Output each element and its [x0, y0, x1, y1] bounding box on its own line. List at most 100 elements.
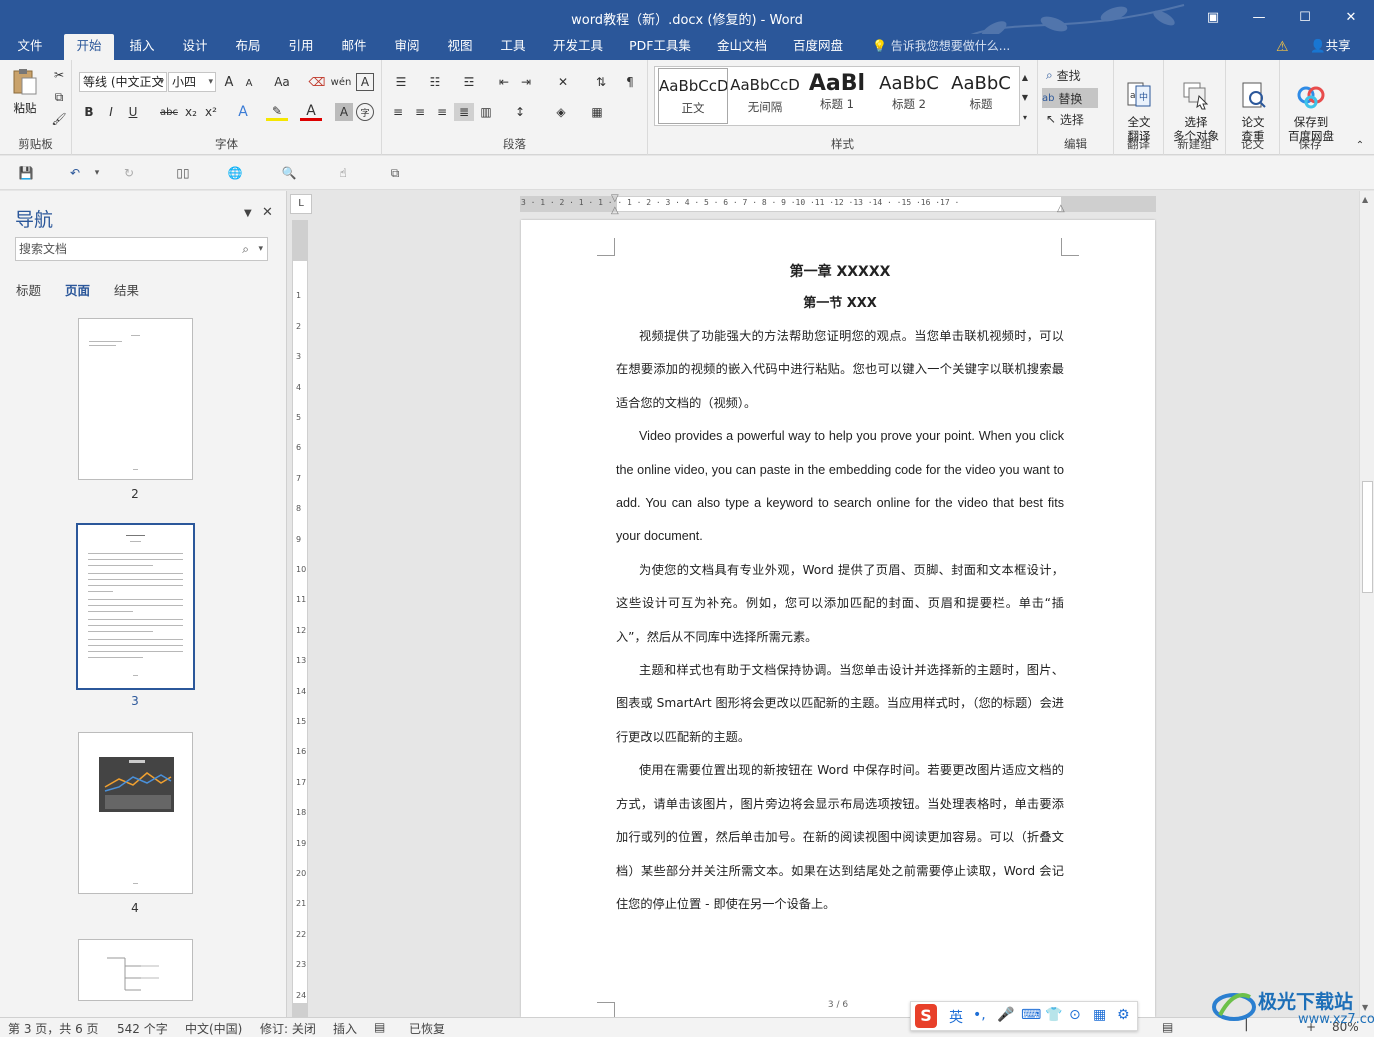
decrease-indent-icon[interactable]: ⇤ — [494, 73, 514, 91]
punctuation-icon[interactable]: •, — [973, 1007, 986, 1023]
line-spacing-icon[interactable]: ↕ — [506, 103, 534, 121]
nav-tab-results[interactable]: 结果 — [114, 280, 139, 299]
vertical-scrollbar[interactable]: ▲ ▼ — [1359, 191, 1374, 1017]
nav-tab-pages[interactable]: 页面 — [65, 280, 90, 299]
undo-icon[interactable]: ↶ — [64, 162, 86, 184]
right-indent-marker[interactable]: △ — [1057, 203, 1065, 214]
page-thumbnail[interactable] — [78, 939, 193, 1001]
chinese-layout-icon[interactable]: ✕ — [550, 73, 576, 91]
tab-file[interactable]: 文件 — [8, 34, 52, 60]
page-thumbnail[interactable] — [78, 318, 193, 480]
warning-icon[interactable]: ⚠ — [1276, 39, 1289, 55]
macro-record-icon[interactable]: ▤ — [374, 1020, 385, 1034]
close-button[interactable]: ✕ — [1328, 0, 1374, 34]
page-thumbnail-selected[interactable] — [76, 523, 195, 690]
status-language[interactable]: 中文(中国) — [185, 1020, 242, 1037]
print-preview-icon[interactable]: 🔍 — [278, 162, 300, 184]
tab-developer[interactable]: 开发工具 — [546, 34, 610, 60]
ime-language[interactable]: 英 — [949, 1007, 963, 1027]
enclose-char-button[interactable]: 字 — [356, 103, 374, 121]
tab-home[interactable]: 开始 — [64, 34, 114, 60]
underline-button[interactable]: U — [124, 103, 142, 121]
chevron-down-icon[interactable]: ▾ — [258, 238, 263, 260]
status-track-changes[interactable]: 修订: 关闭 — [260, 1020, 316, 1037]
styles-more-icon[interactable]: ▾ — [1019, 108, 1031, 126]
keyboard-icon[interactable]: ⌨ — [1021, 1007, 1041, 1023]
search-icon[interactable]: ⌕ — [242, 238, 249, 260]
italic-button[interactable]: I — [102, 103, 120, 121]
page-thumbnail[interactable] — [78, 732, 193, 894]
first-line-indent-marker[interactable]: ▽ — [611, 193, 619, 204]
bold-button[interactable]: B — [80, 103, 98, 121]
collapse-ribbon-icon[interactable]: ⌃ — [1352, 138, 1368, 152]
tab-tools[interactable]: 工具 — [491, 34, 535, 60]
touch-mode-icon[interactable]: ☝ — [332, 162, 354, 184]
font-color-icon[interactable]: A — [300, 103, 322, 121]
styles-scroll-up-icon[interactable]: ▲ — [1019, 68, 1031, 86]
replace-button[interactable]: ab 替换 — [1042, 88, 1098, 108]
tab-view[interactable]: 视图 — [438, 34, 482, 60]
style-normal[interactable]: AaBbCcDd 正文 — [658, 68, 728, 124]
tab-kdocs[interactable]: 金山文档 — [710, 34, 774, 60]
tab-mailings[interactable]: 邮件 — [332, 34, 376, 60]
font-size-combo[interactable]: 小四 ▾ — [168, 72, 216, 92]
styles-scroll-down-icon[interactable]: ▼ — [1019, 88, 1031, 106]
style-no-spacing[interactable]: AaBbCcD 无间隔 — [730, 68, 800, 124]
style-heading-1[interactable]: AaBl 标题 1 — [802, 68, 872, 124]
scroll-up-icon[interactable]: ▲ — [1362, 195, 1368, 204]
tab-baidu-netdisk[interactable]: 百度网盘 — [786, 34, 850, 60]
microphone-icon[interactable]: 🎤 — [997, 1007, 1014, 1023]
vertical-ruler[interactable]: 1234567891011121314151617181920212223242… — [292, 220, 308, 1030]
multilevel-list-icon[interactable]: ☲ — [456, 73, 482, 91]
horizontal-ruler[interactable]: 3 · 1 · 2 · 1 · 1 · · 1 · 2 · 3 · 4 · 5 … — [520, 193, 1156, 216]
shrink-font-button[interactable]: A — [240, 74, 258, 92]
bullets-icon[interactable]: ☰ — [388, 73, 414, 91]
tab-selector-button[interactable]: L — [290, 194, 312, 214]
grow-font-button[interactable]: A — [220, 73, 238, 91]
shading-icon[interactable]: ◈ — [548, 103, 574, 121]
borders-icon[interactable]: ▦ — [584, 103, 610, 121]
distribute-icon[interactable]: ▥ — [476, 103, 496, 121]
skin-icon[interactable]: 👕 — [1045, 1007, 1062, 1023]
phonetic-guide-button[interactable]: wén — [330, 72, 352, 92]
tell-me-box[interactable]: 💡 告诉我您想要做什么... — [872, 34, 1010, 60]
tab-review[interactable]: 审阅 — [385, 34, 429, 60]
select-button[interactable]: ↖ 选择 — [1046, 110, 1108, 128]
align-right-icon[interactable]: ≡ — [432, 103, 452, 121]
read-mode-icon[interactable]: ▯▯ — [172, 162, 194, 184]
left-indent-marker[interactable]: △ — [611, 205, 619, 216]
nav-search-input[interactable]: 搜索文档 ⌕ ▾ — [15, 237, 268, 261]
maximize-button[interactable]: ☐ — [1282, 0, 1328, 34]
text-effects-icon[interactable]: A — [232, 103, 254, 121]
find-button[interactable]: ⌕ 查找 — [1046, 66, 1108, 84]
tab-references[interactable]: 引用 — [279, 34, 323, 60]
style-heading-2[interactable]: AaBbC 标题 2 — [874, 68, 944, 124]
document-page[interactable]: 第一章 XXXXX 第一节 XXX 视频提供了功能强大的方法帮助您证明您的观点。… — [521, 220, 1155, 1020]
undo-dropdown-icon[interactable]: ▾ — [86, 162, 108, 184]
document-body[interactable]: 第一章 XXXXX 第一节 XXX 视频提供了功能强大的方法帮助您证明您的观点。… — [616, 260, 1064, 921]
sort-icon[interactable]: ⇅ — [590, 73, 612, 91]
nav-options-icon[interactable]: ▼ — [244, 208, 252, 219]
format-painter-icon[interactable]: 🖌 — [50, 110, 68, 128]
paste-button[interactable]: 粘贴 — [6, 66, 44, 115]
justify-icon[interactable]: ≣ — [454, 103, 474, 121]
sogou-logo-icon[interactable]: S — [915, 1004, 937, 1028]
game-icon[interactable]: ⊙ — [1069, 1007, 1081, 1023]
style-title[interactable]: AaBbC 标题 — [946, 68, 1016, 124]
subscript-button[interactable]: x₂ — [182, 103, 200, 121]
font-name-combo[interactable]: 等线 (中文正文 ▾ — [79, 72, 167, 92]
tab-pdf-tools[interactable]: PDF工具集 — [622, 34, 698, 60]
numbering-icon[interactable]: ☷ — [422, 73, 448, 91]
save-icon[interactable]: 💾 — [15, 162, 37, 184]
clear-format-icon[interactable]: ⌫ — [308, 73, 326, 91]
show-marks-icon[interactable]: ¶ — [620, 73, 640, 91]
status-insert-mode[interactable]: 插入 — [333, 1020, 357, 1037]
redo-icon[interactable]: ↻ — [118, 162, 140, 184]
status-page-count[interactable]: 第 3 页，共 6 页 — [8, 1020, 99, 1037]
nav-tab-headings[interactable]: 标题 — [16, 280, 41, 299]
read-mode-status-icon[interactable]: ▤ — [1162, 1020, 1173, 1034]
settings-icon[interactable]: ⚙ — [1117, 1007, 1130, 1023]
change-case-button[interactable]: Aa — [267, 73, 297, 91]
align-center-icon[interactable]: ≡ — [410, 103, 430, 121]
scrollbar-thumb[interactable] — [1362, 481, 1373, 593]
